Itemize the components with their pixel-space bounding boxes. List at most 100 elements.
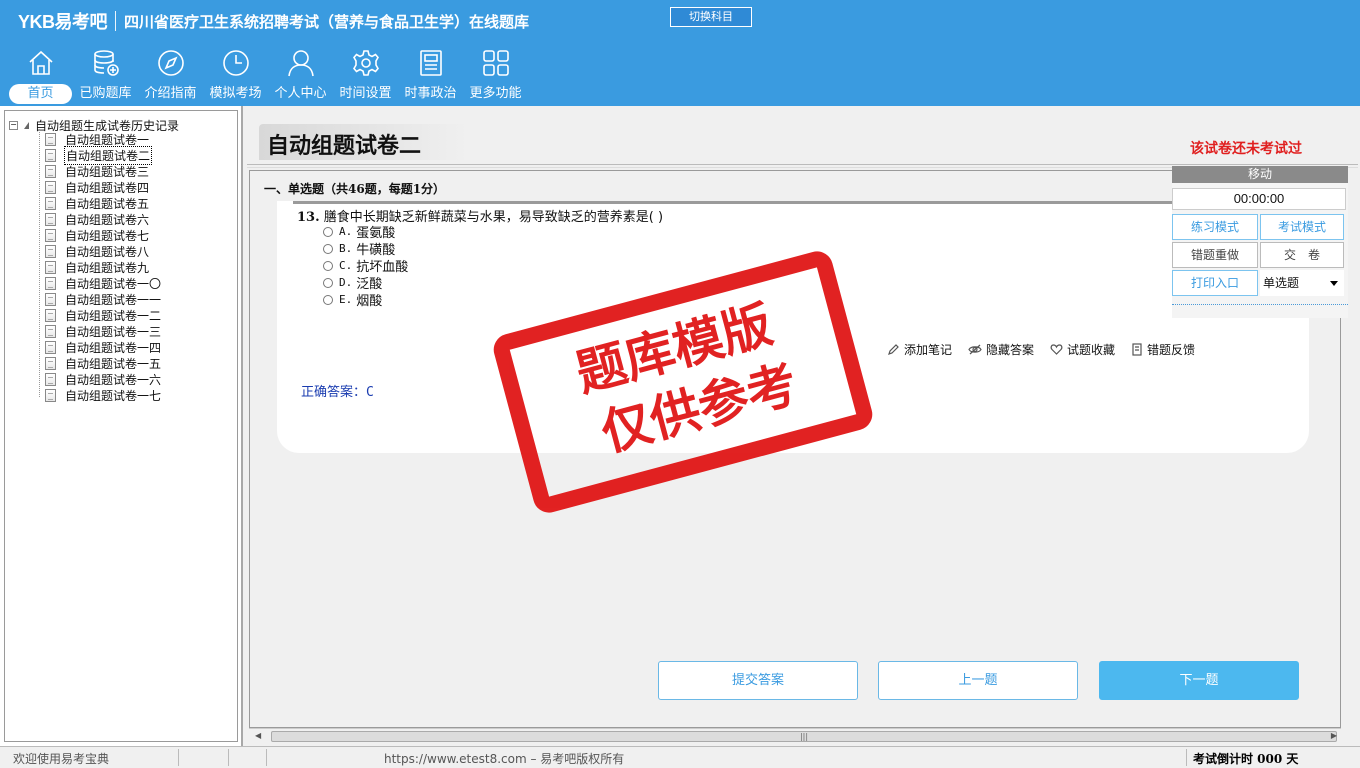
document-icon [45, 388, 56, 402]
radio-button[interactable] [323, 226, 333, 237]
previous-question-button[interactable]: 上一题 [878, 661, 1078, 700]
chevron-down-icon [1330, 281, 1338, 286]
pencil-icon [888, 344, 899, 355]
nav-label: 个人中心 [274, 86, 327, 101]
tree-item[interactable]: 自动组题试卷一二 [45, 307, 162, 323]
practice-mode-button[interactable]: 练习模式 [1172, 214, 1258, 240]
scroll-right-icon[interactable]: ▶ [1331, 731, 1337, 740]
status-divider [178, 749, 179, 766]
redo-wrong-button[interactable]: 错题重做 [1172, 242, 1258, 268]
hand-in-button[interactable]: 交 卷 [1260, 242, 1344, 268]
next-question-button[interactable]: 下一题 [1099, 661, 1299, 700]
panel-move-handle[interactable]: 移动 [1172, 166, 1348, 183]
submit-answer-button[interactable]: 提交答案 [658, 661, 858, 700]
tree-item-label: 自动组题试卷一六 [65, 372, 162, 387]
tree-item-label: 自动组题试卷一四 [65, 340, 162, 355]
tree-item-label: 自动组题试卷五 [65, 196, 150, 211]
document-icon [45, 132, 56, 146]
nav-mock-exam[interactable]: 模拟考场 [203, 46, 268, 104]
tree-item[interactable]: 自动组题试卷三 [45, 163, 162, 179]
eye-icon [968, 344, 982, 355]
document-icon [45, 308, 56, 322]
panel-resize-handle[interactable] [1172, 300, 1348, 305]
scroll-left-icon[interactable]: ◀ [255, 731, 261, 740]
report-error-button[interactable]: 错题反馈 [1131, 341, 1195, 358]
nav-time-settings[interactable]: 时间设置 [333, 46, 398, 104]
tree-item[interactable]: 自动组题试卷六 [45, 211, 162, 227]
tree-item[interactable]: 自动组题试卷一四 [45, 339, 162, 355]
welcome-text: 欢迎使用易考宝典 [13, 752, 110, 766]
option-b[interactable]: B. 牛磺酸 [323, 240, 408, 258]
tree-item[interactable]: 自动组题试卷二 [45, 145, 162, 165]
nav-home[interactable]: 首页 [8, 46, 73, 104]
option-key: E. [339, 293, 353, 306]
panel-button-grid: 练习模式 考试模式 错题重做 交 卷 打印入口 单选题 [1172, 214, 1348, 296]
nav-guide[interactable]: 介绍指南 [138, 46, 203, 104]
tree-list: 自动组题试卷一 自动组题试卷二 自动组题试卷三 自动组题试卷四 自动组题试卷五 自动组题试… [45, 131, 162, 403]
favorite-button[interactable]: 试题收藏 [1050, 341, 1115, 358]
radio-button[interactable] [323, 294, 333, 305]
tree-item[interactable]: 自动组题试卷八 [45, 243, 162, 259]
nav-label: 时间设置 [339, 86, 392, 101]
tree-item[interactable]: 自动组题试卷一六 [45, 371, 162, 387]
radio-button[interactable] [323, 260, 333, 271]
option-e[interactable]: E. 烟酸 [323, 291, 408, 309]
user-icon [287, 50, 314, 77]
nav-purchased[interactable]: 已购题库 [73, 46, 138, 104]
answer-label: 正确答案： [301, 385, 367, 400]
tree-item[interactable]: 自动组题试卷一〇 [45, 275, 162, 291]
scrollbar-thumb[interactable]: ||| [271, 731, 1337, 742]
add-note-button[interactable]: 添加笔记 [887, 341, 952, 358]
exam-control-panel: 移动 00:00:00 练习模式 考试模式 错题重做 交 卷 打印入口 单选题 [1172, 166, 1348, 318]
nav-label: 模拟考场 [209, 86, 262, 101]
option-c[interactable]: C. 抗坏血酸 [323, 257, 408, 275]
top-header: YKB易考吧 四川省医疗卫生系统招聘考试（营养与食品卫生学）在线题库 切换科目 … [0, 0, 1360, 106]
nav-current-affairs[interactable]: 时事政治 [398, 46, 463, 104]
tree-connector [39, 129, 40, 397]
brand-divider [115, 11, 117, 31]
tree-item[interactable]: 自动组题试卷七 [45, 227, 162, 243]
document-icon [45, 228, 56, 242]
tree-item-label: 自动组题试卷三 [65, 164, 150, 179]
collapse-icon[interactable]: − [9, 121, 18, 130]
database-icon [93, 50, 119, 76]
tree-item-label: 自动组题试卷四 [65, 180, 150, 195]
question-type-select[interactable]: 单选题 [1260, 270, 1344, 296]
app-title: 四川省医疗卫生系统招聘考试（营养与食品卫生学）在线题库 [124, 12, 530, 31]
nav-profile[interactable]: 个人中心 [268, 46, 333, 104]
option-a[interactable]: A. 蛋氨酸 [323, 223, 408, 241]
copyright-text: https://www.etest8.com – 易考吧版权所有 [384, 752, 625, 766]
report-error-label: 错题反馈 [1147, 343, 1196, 357]
tree-item[interactable]: 自动组题试卷九 [45, 259, 162, 275]
nav-label: 时事政治 [404, 86, 457, 101]
app-brand: YKB易考吧 四川省医疗卫生系统招聘考试（营养与食品卫生学）在线题库 [18, 8, 529, 34]
tree-item[interactable]: 自动组题试卷一七 [45, 387, 162, 403]
tree-item[interactable]: 自动组题试卷一一 [45, 291, 162, 307]
option-key: C. [339, 259, 353, 272]
document-icon [45, 148, 56, 162]
tree-frame: − 自动组题生成试卷历史记录 自动组题试卷一 自动组题试卷二 自动组题试卷三 自动组题… [4, 110, 238, 742]
folder-icon [24, 122, 29, 129]
document-icon [45, 324, 56, 338]
tree-item-label: 自动组题试卷一一 [65, 292, 162, 307]
option-key: B. [339, 242, 353, 255]
clock-icon [222, 50, 249, 76]
print-button[interactable]: 打印入口 [1172, 270, 1258, 296]
tree-item[interactable]: 自动组题试卷一三 [45, 323, 162, 339]
horizontal-scrollbar[interactable]: ◀ ||| ▶ [249, 728, 1341, 744]
hide-answer-button[interactable]: 隐藏答案 [968, 341, 1034, 358]
switch-subject-button[interactable]: 切换科目 [670, 7, 752, 27]
question-type-value: 单选题 [1263, 276, 1300, 290]
home-icon [28, 50, 53, 75]
option-d[interactable]: D. 泛酸 [323, 274, 408, 292]
tree-item-label: 自动组题试卷九 [65, 260, 150, 275]
radio-button[interactable] [323, 277, 333, 288]
document-icon [45, 180, 56, 194]
radio-button[interactable] [323, 243, 333, 254]
tree-item[interactable]: 自动组题试卷五 [45, 195, 162, 211]
tree-item[interactable]: 自动组题试卷四 [45, 179, 162, 195]
exam-mode-button[interactable]: 考试模式 [1260, 214, 1344, 240]
tree-item[interactable]: 自动组题试卷一五 [45, 355, 162, 371]
option-key: A. [339, 225, 353, 238]
nav-more[interactable]: 更多功能 [463, 46, 528, 104]
